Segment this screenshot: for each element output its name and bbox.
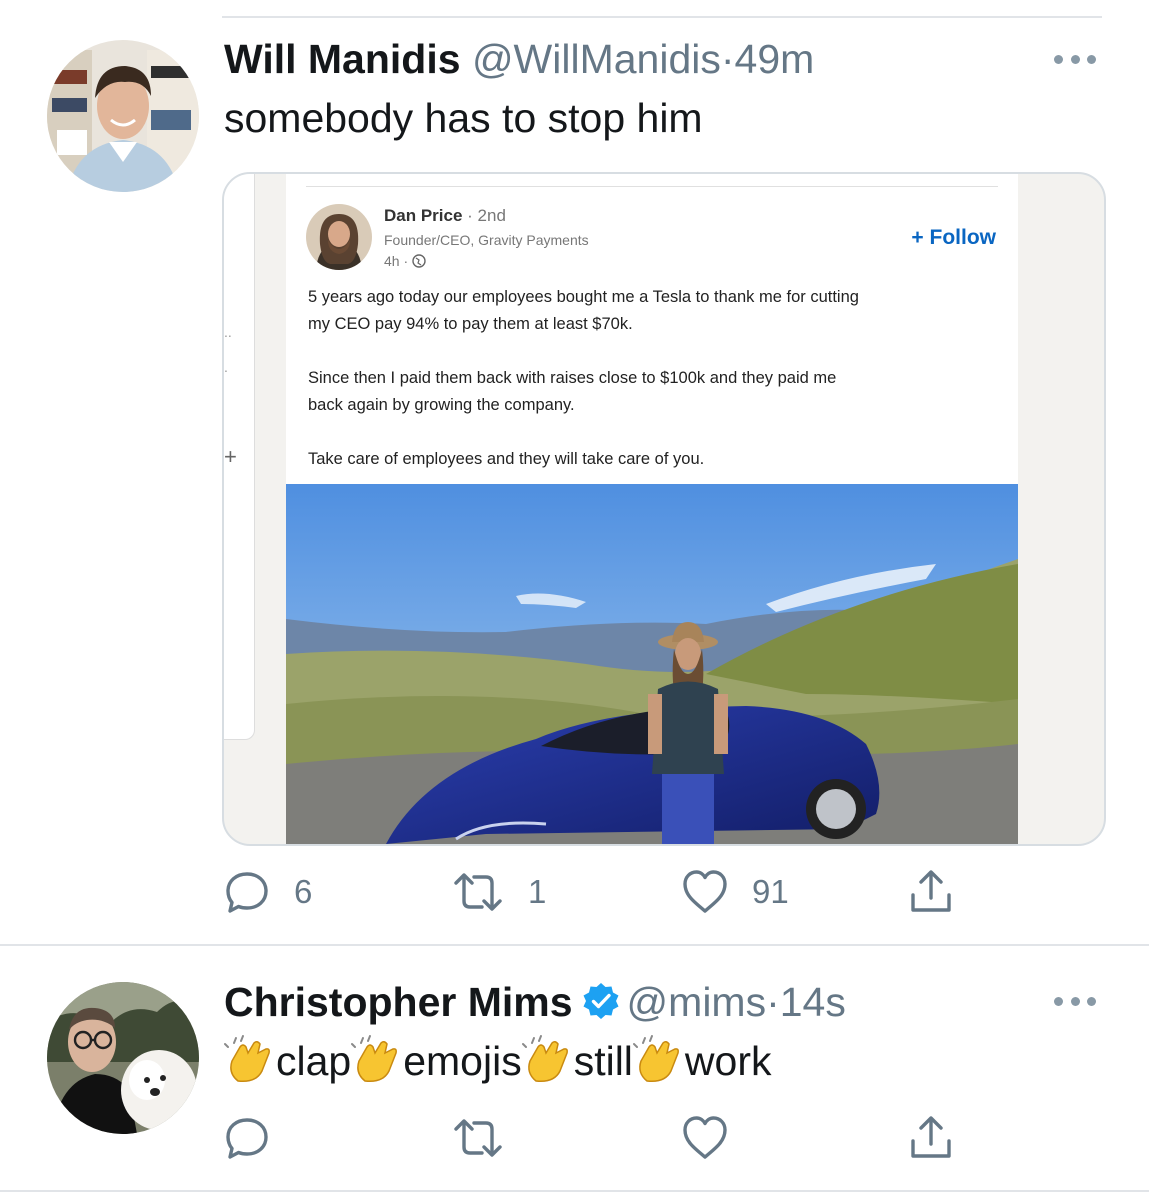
linkedin-avatar [306, 204, 372, 270]
tweet-actions: 6 1 91 [222, 864, 962, 920]
tweet-word: emojis [403, 1038, 522, 1084]
globe-icon [412, 254, 426, 268]
verified-badge-icon [583, 983, 619, 1019]
like-count: 91 [752, 873, 789, 910]
reply-button[interactable]: 6 [222, 864, 312, 920]
timestamp[interactable]: 49m [735, 36, 815, 82]
reply-icon [226, 872, 268, 913]
avatar[interactable] [47, 982, 199, 1134]
like-icon [683, 870, 727, 913]
sidebar-plus-icon: + [224, 444, 237, 469]
post-photo [286, 484, 1018, 844]
separator-dot: · [766, 979, 780, 1025]
avatar[interactable] [47, 40, 199, 192]
retweet-icon [454, 1119, 502, 1157]
post-line: back again by growing the company. [308, 396, 575, 414]
tweet-header: Will Manidis @WillManidis·49m [224, 33, 814, 85]
author-name[interactable]: Christopher Mims [224, 979, 573, 1025]
tweet-word: still [573, 1038, 633, 1084]
more-icon[interactable] [1054, 52, 1096, 66]
clap-emoji-icon [521, 1035, 568, 1083]
retweet-count: 1 [528, 873, 547, 910]
post-author-headline: Founder/CEO, Gravity Payments [384, 232, 589, 248]
reply-button[interactable] [222, 1110, 272, 1166]
post-divider [306, 186, 998, 187]
post-line: Take care of employees and they will tak… [308, 450, 705, 468]
tweet-will-manidis[interactable]: Will Manidis @WillManidis·49m somebody h… [0, 0, 1149, 945]
retweet-icon [454, 873, 502, 911]
tweet-header: Christopher Mims @mims·14s [224, 976, 846, 1028]
share-icon [911, 870, 951, 912]
share-icon [911, 1116, 951, 1158]
like-icon [683, 1116, 727, 1159]
reply-icon [226, 1118, 268, 1159]
timestamp[interactable]: 14s [780, 979, 846, 1025]
more-icon[interactable] [1054, 994, 1096, 1008]
tweet-text: clap emojis still work [224, 1035, 772, 1087]
post-line: 5 years ago today our employees bought m… [308, 288, 859, 306]
post-line: Since then I paid them back with raises … [308, 369, 837, 387]
connection-degree: · 2nd [467, 206, 506, 225]
share-button[interactable] [906, 864, 956, 920]
sidebar-dots: . [224, 359, 228, 375]
clap-emoji-icon [224, 1035, 270, 1083]
bottom-divider [0, 1190, 1149, 1192]
tweet-actions [222, 1110, 962, 1166]
sidebar-dots: .. [224, 324, 232, 340]
author-handle[interactable]: @WillManidis [472, 36, 721, 82]
post-author: Dan Price · 2nd [384, 206, 506, 225]
tweet-text: somebody has to stop him [224, 95, 703, 141]
linkedin-sidebar: .. . + [224, 174, 255, 740]
like-button[interactable] [680, 1110, 730, 1166]
tweet-word: clap [276, 1038, 352, 1084]
linkedin-post: Dan Price · 2nd Founder/CEO, Gravity Pay… [286, 174, 1018, 844]
tweet-word: work [684, 1038, 772, 1084]
share-button[interactable] [906, 1110, 956, 1166]
retweet-button[interactable]: 1 [450, 864, 546, 920]
post-time: 4h · [384, 253, 426, 269]
retweet-button[interactable] [450, 1110, 506, 1166]
post-line: my CEO pay 94% to pay them at least $70k… [308, 315, 633, 333]
tweet-christopher-mims[interactable]: Christopher Mims @mims·14s clap emojis sti… [0, 946, 1149, 1191]
follow-button: + Follow [911, 226, 996, 249]
clap-emoji-icon [351, 1035, 398, 1083]
author-name[interactable]: Will Manidis [224, 36, 461, 82]
like-button[interactable]: 91 [680, 864, 789, 920]
author-handle[interactable]: @mims [627, 979, 767, 1025]
attached-image[interactable]: .. . + Dan Price · 2nd Founder/CEO, Grav… [222, 172, 1106, 846]
clap-emoji-icon [632, 1035, 679, 1083]
separator-dot: · [720, 36, 735, 82]
reply-count: 6 [294, 873, 313, 910]
